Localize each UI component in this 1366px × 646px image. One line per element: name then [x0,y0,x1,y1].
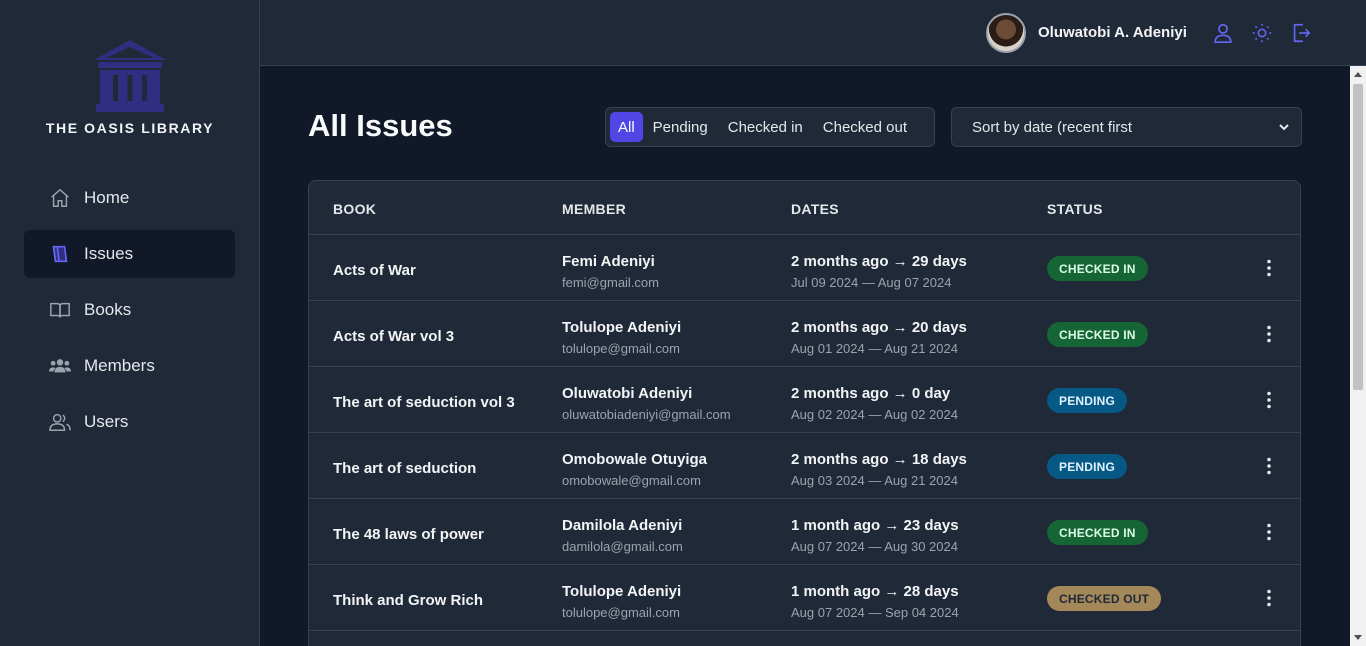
column-header-dates: DATES [791,201,839,217]
filter-pending-button[interactable]: Pending [643,112,718,142]
book-title: Think and Grow Rich [333,592,484,609]
book-title: Acts of War [333,262,416,279]
column-header-book: BOOK [333,201,377,217]
sidebar-item-label: Users [84,412,129,431]
home-icon [48,186,72,210]
member-email: tolulope@gmail.com [562,341,680,356]
scroll-thumb[interactable] [1353,84,1363,390]
member-name: Tolulope Adeniyi [562,319,682,336]
book-title: The art of seduction vol 3 [333,394,515,411]
sidebar-item-books[interactable]: Books [24,286,235,334]
sidebar-nav: Home Issues Books Members Users [24,174,235,454]
dates-range: Jul 09 2024 — Aug 07 2024 [791,275,952,290]
member-name: Tolulope Adeniyi [562,583,682,600]
column-header-status: STATUS [1047,201,1103,217]
dates-range: Aug 07 2024 — Sep 04 2024 [791,605,959,620]
book-title: Acts of War vol 3 [333,328,455,345]
sidebar-item-issues[interactable]: Issues [24,230,235,278]
issues-table: BOOK MEMBER DATES STATUS Acts of War Femi… [308,180,1301,646]
page-scrollbar[interactable] [1350,66,1366,646]
scroll-down-arrow-icon[interactable] [1354,635,1362,640]
chevron-down-icon [1277,120,1291,138]
top-header: Oluwatobi A. Adeniyi [260,0,1366,66]
logout-icon[interactable] [1290,22,1312,44]
status-badge: PENDING [1047,454,1128,479]
table-row[interactable]: The art of seduction vol 3 Oluwatobi Aden… [309,367,1300,433]
user-name: Oluwatobi A. Adeniyi [1038,24,1187,41]
more-options-icon[interactable] [1259,390,1279,410]
status-badge: CHECKED IN [1047,322,1148,347]
dates-relative: 2 months ago → 0 day [791,385,951,402]
dates-relative: 1 month ago → 23 days [791,517,959,534]
open-book-icon [48,298,72,322]
member-email: damilola@gmail.com [562,539,683,554]
member-name: Oluwatobi Adeniyi [562,385,693,402]
sidebar-item-users[interactable]: Users [24,398,235,446]
member-email: oluwatobiadeniyi@gmail.com [562,407,731,422]
member-name: Femi Adeniyi [562,253,655,270]
dates-range: Aug 02 2024 — Aug 02 2024 [791,407,958,422]
status-filter-group: All Pending Checked in Checked out [605,107,935,147]
table-header: BOOK MEMBER DATES STATUS [309,181,1300,235]
sort-select[interactable]: Sort by date (recent first [951,107,1302,147]
member-email: femi@gmail.com [562,275,659,290]
users-icon [48,410,72,434]
table-row[interactable]: Acts of War Femi Adeniyi femi@gmail.com 2 m… [309,235,1300,301]
status-badge: CHECKED IN [1047,256,1148,281]
filter-checked-out-button[interactable]: Checked out [813,112,917,142]
status-badge: CHECKED OUT [1047,586,1162,611]
dates-relative: 2 months ago → 29 days [791,253,967,270]
book-title: The art of seduction [333,460,477,477]
member-name: Damilola Adeniyi [562,517,683,534]
members-group-icon [48,354,72,378]
sidebar-item-label: Books [84,300,132,319]
table-row[interactable]: The art of seduction Omobowale Otuyiga omo… [309,433,1300,499]
sort-select-value: Sort by date (recent first [972,118,1133,136]
table-body: Acts of War Femi Adeniyi femi@gmail.com 2 m… [309,235,1300,631]
status-badge: CHECKED IN [1047,520,1148,545]
dates-range: Aug 03 2024 — Aug 21 2024 [791,473,958,488]
member-name: Omobowale Otuyiga [562,451,708,468]
sidebar-item-home[interactable]: Home [24,174,235,222]
profile-icon[interactable] [1212,22,1234,44]
table-row[interactable]: The 48 laws of power Damilola Adeniyi dami… [309,499,1300,565]
more-options-icon[interactable] [1259,456,1279,476]
member-email: tolulope@gmail.com [562,605,680,620]
status-badge: PENDING [1047,388,1128,413]
sidebar-item-members[interactable]: Members [24,342,235,390]
dates-relative: 1 month ago → 28 days [791,583,959,600]
scroll-up-arrow-icon[interactable] [1354,72,1362,77]
table-row[interactable]: Acts of War vol 3 Tolulope Adeniyi tolulop… [309,301,1300,367]
book-issues-icon [48,242,72,266]
page-title: All Issues [308,108,453,143]
more-options-icon[interactable] [1259,522,1279,542]
column-header-member: MEMBER [562,201,627,217]
sidebar-item-label: Members [84,356,155,375]
more-options-icon[interactable] [1259,324,1279,344]
dates-range: Aug 07 2024 — Aug 30 2024 [791,539,958,554]
sun-icon[interactable] [1251,22,1273,44]
avatar[interactable] [986,13,1026,53]
library-building-icon [94,40,166,112]
dates-relative: 2 months ago → 20 days [791,319,967,336]
dates-relative: 2 months ago → 18 days [791,451,967,468]
sidebar: THE OASIS LIBRARY Home Issues Books Memb… [0,0,260,646]
table-row[interactable]: Think and Grow Rich Tolulope Adeniyi tolul… [309,565,1300,631]
filter-checked-in-button[interactable]: Checked in [718,112,813,142]
more-options-icon[interactable] [1259,258,1279,278]
logo[interactable]: THE OASIS LIBRARY [0,38,260,136]
sidebar-item-label: Issues [84,244,134,263]
app-name: THE OASIS LIBRARY [45,120,215,136]
member-email: omobowale@gmail.com [562,473,701,488]
dates-range: Aug 01 2024 — Aug 21 2024 [791,341,958,356]
book-title: The 48 laws of power [333,526,484,543]
sidebar-item-label: Home [84,188,130,207]
more-options-icon[interactable] [1259,588,1279,608]
filter-all-button[interactable]: All [610,112,643,142]
